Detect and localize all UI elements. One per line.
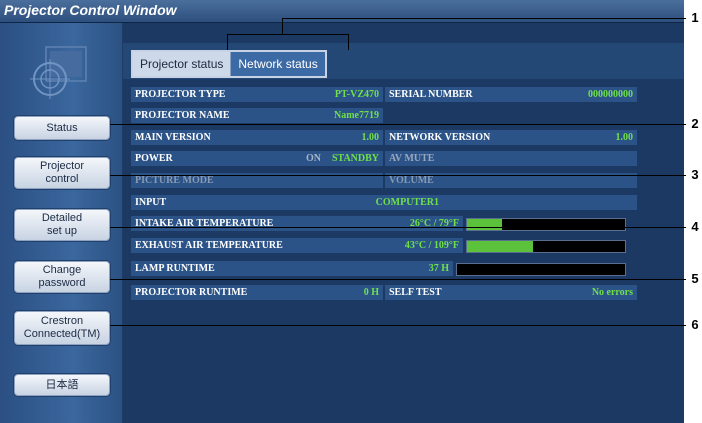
crestron-connected-nav-button[interactable]: Crestron Connected(TM) xyxy=(14,311,110,345)
power-on-state: ON xyxy=(306,153,321,164)
serial-number-value: 000000000 xyxy=(588,89,633,100)
intake-air-temp-value: 26°C / 79°F xyxy=(409,218,459,229)
callout-6-number: 6 xyxy=(691,317,699,332)
status-nav-button[interactable]: Status xyxy=(14,116,110,140)
callout-1-stem xyxy=(282,18,283,34)
japanese-language-button[interactable]: 日本語 xyxy=(14,374,110,396)
projector-runtime-value: 0 H xyxy=(363,287,379,298)
power-standby-state: STANDBY xyxy=(331,153,379,164)
serial-number-label: SERIAL NUMBER xyxy=(389,89,473,100)
projector-name-value: Name7719 xyxy=(334,110,379,121)
av-mute-label: AV MUTE xyxy=(389,153,435,164)
callout-5-number: 5 xyxy=(691,271,699,286)
callout-1-bracket-left xyxy=(227,34,228,50)
main-content: Projector status Network status PROJECTO… xyxy=(123,23,684,423)
projector-type-label: PROJECTOR TYPE xyxy=(135,89,226,100)
network-version-label: NETWORK VERSION xyxy=(389,132,491,143)
projector-runtime-label: PROJECTOR RUNTIME xyxy=(135,287,248,298)
projector-control-nav-button[interactable]: Projector control xyxy=(14,157,110,189)
window-title: Projector Control Window xyxy=(4,2,177,18)
input-value: COMPUTER1 xyxy=(375,197,439,208)
change-password-nav-button[interactable]: Change password xyxy=(14,261,110,293)
status-tabs: Projector status Network status xyxy=(131,50,327,78)
callout-2-number: 2 xyxy=(691,116,699,131)
projector-logo-icon xyxy=(30,46,87,99)
lamp-runtime-value: 37 H xyxy=(428,263,449,274)
input-label: INPUT xyxy=(135,197,167,208)
network-version-value: 1.00 xyxy=(615,132,634,143)
tab-projector-status[interactable]: Projector status xyxy=(133,52,232,76)
title-bar: Projector Control Window xyxy=(0,0,684,23)
projector-control-window: Projector Control Window Status Projecto… xyxy=(0,0,684,423)
self-test-value: No errors xyxy=(591,287,633,298)
callout-3-number: 3 xyxy=(691,167,699,182)
exhaust-air-temp-bar-fill xyxy=(467,241,534,252)
power-label: POWER xyxy=(135,153,173,164)
callout-1-number: 1 xyxy=(691,10,699,25)
intake-air-temp-bar xyxy=(466,218,626,231)
projector-type-value: PT-VZ470 xyxy=(334,89,379,100)
callout-3-line xyxy=(110,175,686,176)
callout-5-line xyxy=(110,279,686,280)
projector-name-label: PROJECTOR NAME xyxy=(135,110,230,121)
callout-4-number: 4 xyxy=(691,219,699,234)
main-version-label: MAIN VERSION xyxy=(135,132,211,143)
lamp-runtime-bar xyxy=(456,263,626,276)
callout-6-line xyxy=(110,325,686,326)
callout-4-line xyxy=(110,227,686,228)
callout-1-bracket-right xyxy=(348,34,349,50)
callout-1-line xyxy=(282,18,686,19)
callout-1-bracket-top xyxy=(227,34,348,35)
tab-network-status[interactable]: Network status xyxy=(231,52,325,76)
main-version-value: 1.00 xyxy=(361,132,380,143)
callout-2-line xyxy=(110,124,686,125)
left-navigation: Status Projector control Detailed set up… xyxy=(0,23,122,423)
lamp-runtime-label: LAMP RUNTIME xyxy=(135,263,215,274)
intake-air-temp-label: INTAKE AIR TEMPERATURE xyxy=(135,218,274,229)
exhaust-air-temp-label: EXHAUST AIR TEMPERATURE xyxy=(135,240,283,251)
exhaust-air-temp-bar xyxy=(466,240,626,253)
detailed-setup-nav-button[interactable]: Detailed set up xyxy=(14,209,110,241)
exhaust-air-temp-value: 43°C / 109°F xyxy=(404,240,459,251)
intake-air-temp-bar-fill xyxy=(467,219,502,230)
self-test-label: SELF TEST xyxy=(389,287,442,298)
